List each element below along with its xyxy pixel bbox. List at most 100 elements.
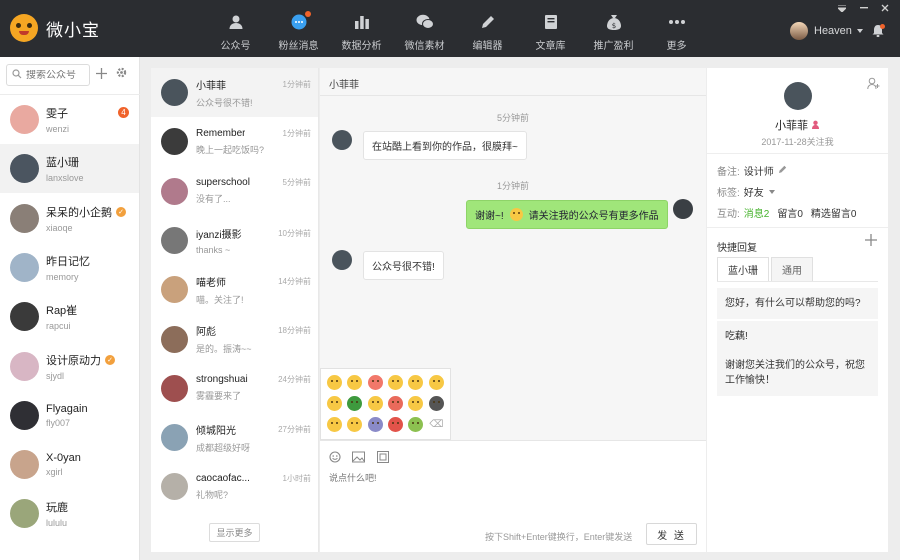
account-handle: xgirl: [46, 467, 63, 478]
interaction-comments[interactable]: 留言0: [777, 205, 803, 220]
emoji-icon[interactable]: [388, 375, 404, 390]
account-item[interactable]: 玩鹿 lululu: [0, 489, 139, 538]
tab-general[interactable]: 通用: [771, 257, 813, 281]
chevron-down-icon: [768, 189, 775, 194]
quick-reply-tabs: 蓝小珊 通用: [717, 257, 878, 282]
minimize-icon[interactable]: [857, 3, 871, 13]
pencil-icon: [478, 12, 498, 32]
conversation-preview: 晚上一起吃饭吗?: [196, 144, 265, 155]
user-menu[interactable]: Heaven: [790, 22, 863, 40]
nav-label: 编辑器: [472, 41, 503, 52]
emoji-icon[interactable]: [347, 375, 363, 390]
app-logo[interactable]: 微小宝: [10, 14, 100, 42]
conversation-item[interactable]: 阿彪 18分钟前 是的。振涛~~: [151, 315, 318, 364]
quick-reply-item[interactable]: 您好，有什么可以帮助您的吗?: [717, 288, 878, 319]
quick-reply-item[interactable]: 吃藕!: [717, 321, 878, 352]
conversation-name: Remember: [196, 127, 246, 139]
nav-item-account[interactable]: 公众号: [204, 0, 267, 57]
nav-item-materials[interactable]: 微信素材: [393, 0, 456, 57]
add-account-button[interactable]: [96, 67, 107, 81]
account-item[interactable]: Flyagain fly007: [0, 391, 139, 440]
picture-frame-icon[interactable]: [377, 451, 389, 463]
nav-item-editor[interactable]: 编辑器: [456, 0, 519, 57]
emoji-icon[interactable]: [327, 396, 343, 411]
nav-item-more[interactable]: 更多: [645, 0, 708, 57]
tab-lanxiaoshan[interactable]: 蓝小珊: [717, 257, 769, 281]
emoji-icon[interactable]: [347, 396, 363, 411]
account-item[interactable]: 昨日记忆 memory: [0, 243, 139, 292]
close-icon[interactable]: [878, 3, 892, 13]
avatar: [161, 177, 188, 205]
emoji-icon[interactable]: [367, 396, 383, 411]
chevron-down-icon: [856, 29, 863, 33]
account-name: 玩鹿: [46, 502, 68, 515]
main-nav: 公众号 粉丝消息 数据分析 微信素材 编辑器 文章库 $ 推广盈利 更多: [204, 0, 708, 57]
emoji-icon[interactable]: [428, 396, 444, 411]
emoji-icon[interactable]: [408, 396, 424, 411]
account-item[interactable]: 蓝小珊 lanxslove: [0, 144, 139, 194]
account-item[interactable]: 雯子 wenzi 4: [0, 95, 139, 144]
nav-item-analytics[interactable]: 数据分析: [330, 0, 393, 57]
account-item[interactable]: 设计原动力 ✓ sjydl: [0, 342, 139, 391]
emoji-icon[interactable]: [347, 417, 363, 432]
conversation-item[interactable]: iyanzi摄影 10分钟前 thanks ~: [151, 216, 318, 265]
add-user-icon[interactable]: [867, 77, 880, 93]
add-quick-reply-button[interactable]: [865, 234, 877, 250]
conversation-time: 18分钟前: [278, 326, 311, 335]
conversation-item[interactable]: 倾城阳光 27分钟前 成都超级好呀: [151, 413, 318, 462]
avatar: [161, 325, 188, 353]
avatar: [161, 226, 188, 254]
show-more-button[interactable]: 显示更多: [209, 523, 260, 542]
nav-item-fan-messages[interactable]: 粉丝消息: [267, 0, 330, 57]
more-dots-icon: [667, 12, 687, 32]
avatar: [10, 154, 39, 184]
account-item[interactable]: Rap崔 rapcui: [0, 292, 139, 341]
avatar: [10, 302, 39, 332]
message-input[interactable]: [329, 471, 699, 511]
nav-label: 推广盈利: [593, 41, 634, 52]
nav-label: 公众号: [220, 41, 251, 52]
emoji-icon[interactable]: [367, 417, 383, 432]
conversation-item[interactable]: Remember 1分钟前晚上一起吃饭吗?: [151, 117, 318, 166]
emoji-icon[interactable]: [329, 451, 341, 463]
nav-item-article-library[interactable]: 文章库: [519, 0, 582, 57]
emoji-icon[interactable]: [408, 417, 424, 432]
message-bubble-sent: 谢谢~! 请关注我的公众号有更多作品: [466, 200, 668, 229]
notification-dot: [305, 11, 311, 17]
backspace-icon[interactable]: ⌫: [429, 417, 444, 432]
interaction-featured[interactable]: 精选留言0: [811, 205, 857, 220]
conversation-preview: 喵。关注了!: [196, 294, 244, 305]
conversation-item[interactable]: superschool 5分钟前 没有了...: [151, 167, 318, 216]
interaction-messages[interactable]: 消息2: [744, 205, 770, 220]
conversation-item[interactable]: 小菲菲 1分钟前 公众号很不错!: [151, 68, 318, 117]
search-input[interactable]: [26, 69, 88, 81]
emoji-icon[interactable]: [408, 375, 424, 390]
chat-timestamp: 5分钟前: [496, 113, 529, 123]
account-item[interactable]: 呆呆的小企鹅 ✓ xiaoqe: [0, 194, 139, 243]
emoji-icon[interactable]: [428, 375, 444, 390]
conversation-item[interactable]: caocaofac... 1小时前 礼物呢?: [151, 462, 318, 511]
avatar: [161, 128, 188, 156]
account-item[interactable]: X-0yan xgirl: [0, 440, 139, 489]
send-button[interactable]: 发 送: [646, 523, 697, 545]
search-box[interactable]: [6, 64, 90, 86]
emoji-icon[interactable]: [388, 417, 404, 432]
emoji-icon[interactable]: [327, 417, 343, 432]
emoji-icon[interactable]: [327, 375, 343, 390]
emoji-picker: ⌫: [320, 368, 451, 440]
tag-row[interactable]: 标签: 好友: [717, 184, 775, 199]
image-icon[interactable]: [352, 451, 365, 463]
quick-reply-item[interactable]: 谢谢您关注我们的公众号，祝您工作愉快！: [717, 350, 878, 396]
minimize-to-tray-icon[interactable]: [835, 3, 849, 13]
conversation-item[interactable]: strongshuai 24分钟前 雾霾要来了: [151, 364, 318, 413]
gear-icon[interactable]: [116, 67, 127, 81]
emoji-icon[interactable]: [388, 396, 404, 411]
edit-pencil-icon[interactable]: [778, 165, 787, 177]
avatar: [161, 276, 188, 304]
emoji-icon[interactable]: [367, 375, 383, 390]
interaction-row: 互动: 消息2 留言0 精选留言0: [717, 205, 856, 220]
conversation-time: 1分钟前: [282, 128, 311, 138]
app-name: 微小宝: [46, 20, 100, 40]
conversation-item[interactable]: 喵老师 14分钟前 喵。关注了!: [151, 265, 318, 314]
nav-item-promotion[interactable]: $ 推广盈利: [582, 0, 645, 57]
